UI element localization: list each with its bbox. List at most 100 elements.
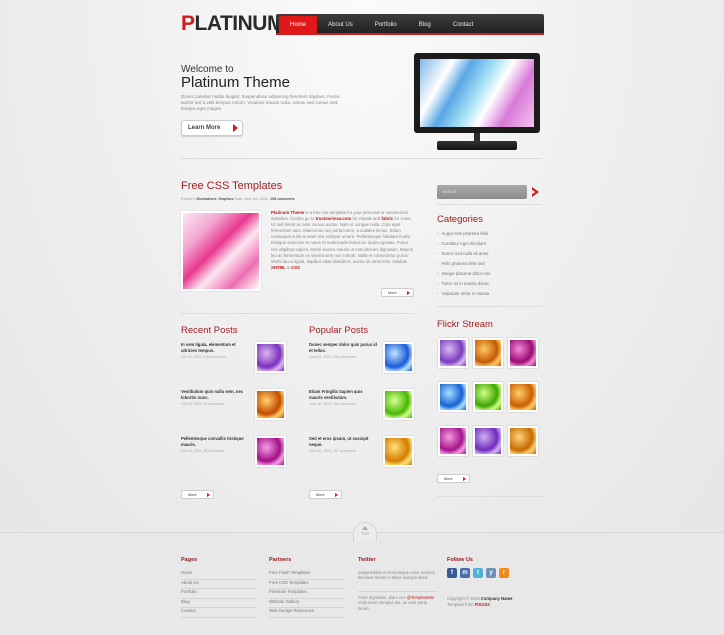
recent-post-date: Feb 18, 2009 | 58 comments bbox=[181, 449, 225, 453]
arrow-right-icon: › bbox=[437, 271, 439, 276]
learn-more-button[interactable]: Learn More bbox=[181, 120, 243, 136]
tweet-2-handle[interactable]: @TemplateMo bbox=[407, 595, 434, 600]
body-link-xhtml[interactable]: XHTML bbox=[271, 265, 286, 270]
site-logo[interactable]: PLATINUM bbox=[181, 12, 284, 36]
recent-post-title[interactable]: In sem ligula, elementum et ultricies te… bbox=[181, 342, 249, 353]
main-nav: Home About Us Portfolio Blog Contact bbox=[276, 14, 544, 35]
rss-icon[interactable]: r bbox=[499, 568, 509, 578]
body-link-2[interactable]: fabric bbox=[381, 216, 393, 221]
post-title[interactable]: Free CSS Templates bbox=[181, 180, 282, 192]
category-label: Felis pharetra felis sed bbox=[441, 261, 485, 266]
nav-contact[interactable]: Contact bbox=[442, 14, 485, 35]
recent-post-item[interactable]: In sem ligula, elementum et ultricies te… bbox=[181, 342, 301, 378]
category-link[interactable]: › Donec sed nulla sit amet bbox=[437, 251, 489, 256]
flickr-thumbnail[interactable] bbox=[508, 382, 538, 412]
footer-page-link[interactable]: Home bbox=[181, 570, 257, 580]
category-link[interactable]: › Tortor mi in massa donec bbox=[437, 281, 489, 286]
flickr-thumbnail[interactable] bbox=[438, 382, 468, 412]
learn-more-label: Learn More bbox=[188, 125, 221, 131]
arrow-right-icon: › bbox=[437, 231, 439, 236]
recent-post-thumbnail[interactable] bbox=[255, 342, 286, 373]
popular-post-item[interactable]: Donec semper dolor quis purus id et tell… bbox=[309, 342, 429, 378]
facebook-icon[interactable]: f bbox=[447, 568, 457, 578]
tweet-1: Suspendisse et scelerisque urna. Aenean … bbox=[358, 570, 436, 581]
footer-partner-link[interactable]: Website Gallery bbox=[269, 599, 345, 608]
body-part-3: for icons. Ut sed lorem ac ante cursus a… bbox=[271, 216, 413, 264]
footer-page-link[interactable]: About Us bbox=[181, 580, 257, 589]
body-link-css[interactable]: CSS bbox=[291, 265, 300, 270]
flickr-thumbnail[interactable] bbox=[473, 426, 503, 456]
popular-more-button[interactable]: More bbox=[309, 490, 342, 499]
nav-home[interactable]: Home bbox=[279, 16, 318, 33]
footer-partner-link[interactable]: Free Flash Templates bbox=[269, 570, 345, 580]
popular-post-thumbnail[interactable] bbox=[383, 436, 414, 467]
body-link-1[interactable]: trustmeimsa.com bbox=[316, 216, 352, 221]
recent-more-button[interactable]: More bbox=[181, 490, 214, 499]
top-label: TOP bbox=[360, 531, 370, 536]
footer-partner-link[interactable]: Web Design Resources bbox=[269, 608, 345, 618]
monitor-image bbox=[414, 53, 540, 133]
popular-post-title[interactable]: Sed et eros ipsum, ut suscipit neque. bbox=[309, 436, 377, 447]
recent-post-item[interactable]: Vestibulum quis nulla sem, nec lobortis … bbox=[181, 389, 301, 425]
category-link[interactable]: › Curabitur eget tincidunt bbox=[437, 241, 486, 246]
recent-post-title[interactable]: Pellentesque convallis tristique mauris. bbox=[181, 436, 249, 447]
arrow-right-icon: › bbox=[437, 281, 439, 286]
post-body: Platinum Theme is a free css template fo… bbox=[271, 210, 414, 271]
search-input[interactable]: Search bbox=[437, 185, 527, 199]
back-to-top-button[interactable]: TOP bbox=[353, 522, 377, 542]
category-link[interactable]: › Integer placerat dolor nisl bbox=[437, 271, 490, 276]
category-label: Tortor mi in massa donec bbox=[441, 281, 490, 286]
search-button[interactable] bbox=[529, 185, 541, 199]
template-author-link[interactable]: PIXUSS bbox=[475, 602, 490, 607]
twitter-icon[interactable]: t bbox=[473, 568, 483, 578]
sidebar-divider bbox=[437, 306, 542, 307]
company-name: Company Name bbox=[480, 596, 513, 601]
meta-category-illustrations[interactable]: Illustrations bbox=[197, 197, 217, 201]
post-more-button[interactable]: More bbox=[381, 288, 414, 297]
flickr-thumbnail[interactable] bbox=[473, 382, 503, 412]
post-meta: Posted in Illustrations, Graphics Date: … bbox=[181, 197, 295, 201]
recent-post-thumbnail[interactable] bbox=[255, 436, 286, 467]
flickr-thumbnail[interactable] bbox=[473, 338, 503, 368]
popular-post-thumbnail[interactable] bbox=[383, 389, 414, 420]
category-link[interactable]: › Felis pharetra felis sed bbox=[437, 261, 485, 266]
post-thumbnail[interactable] bbox=[181, 211, 261, 291]
footer-partner-link[interactable]: Premium Templates bbox=[269, 589, 345, 599]
category-link[interactable]: › Augue fele pharetra felis bbox=[437, 231, 488, 236]
popular-post-thumbnail[interactable] bbox=[383, 342, 414, 373]
categories-title: Categories bbox=[437, 214, 483, 225]
hero-title: Platinum Theme bbox=[181, 74, 290, 91]
myspace-icon[interactable]: m bbox=[460, 568, 470, 578]
arrow-right-icon: › bbox=[437, 261, 439, 266]
sidebar-divider bbox=[437, 204, 542, 205]
footer-partner-link[interactable]: Free CSS Templates bbox=[269, 580, 345, 589]
category-link[interactable]: › Vulputate tortor in massa bbox=[437, 291, 489, 296]
sidebar-divider bbox=[437, 496, 542, 497]
flickr-thumbnail[interactable] bbox=[438, 338, 468, 368]
nav-about-us[interactable]: About Us bbox=[317, 14, 364, 35]
chevron-right-icon bbox=[207, 493, 210, 497]
flickr-thumbnail[interactable] bbox=[508, 426, 538, 456]
footer-page-link[interactable]: Portfolio bbox=[181, 589, 257, 599]
flickr-thumbnail[interactable] bbox=[438, 426, 468, 456]
recent-post-thumbnail[interactable] bbox=[255, 389, 286, 420]
recent-more-label: More bbox=[188, 492, 197, 497]
recent-post-title[interactable]: Vestibulum quis nulla sem, nec lobortis … bbox=[181, 389, 249, 400]
footer-follow-title: Follow Us bbox=[447, 557, 473, 563]
recent-post-item[interactable]: Pellentesque convallis tristique mauris.… bbox=[181, 436, 301, 472]
popular-post-item[interactable]: Sed et eros ipsum, ut suscipit neque. Jun… bbox=[309, 436, 429, 472]
popular-post-title[interactable]: Donec semper dolor quis purus id et tell… bbox=[309, 342, 377, 353]
meta-category-graphics[interactable]: Graphics bbox=[218, 197, 233, 201]
footer-page-link[interactable]: Blog bbox=[181, 599, 257, 608]
meta-comments[interactable]: 108 comments bbox=[270, 197, 294, 201]
flickr-thumbnail[interactable] bbox=[508, 338, 538, 368]
footer-page-link[interactable]: Contact bbox=[181, 608, 257, 618]
popular-post-title[interactable]: Etiam Fringilla Sapien quis mauris vesti… bbox=[309, 389, 377, 400]
body-lead: Platinum Theme bbox=[271, 210, 305, 215]
nav-blog[interactable]: Blog bbox=[408, 14, 442, 35]
footer-twitter-title: Twitter bbox=[358, 557, 376, 563]
flickr-more-button[interactable]: More bbox=[437, 474, 470, 483]
popular-post-item[interactable]: Etiam Fringilla Sapien quis mauris vesti… bbox=[309, 389, 429, 425]
nav-portfolio[interactable]: Portfolio bbox=[364, 14, 408, 35]
youtube-icon[interactable]: y bbox=[486, 568, 496, 578]
